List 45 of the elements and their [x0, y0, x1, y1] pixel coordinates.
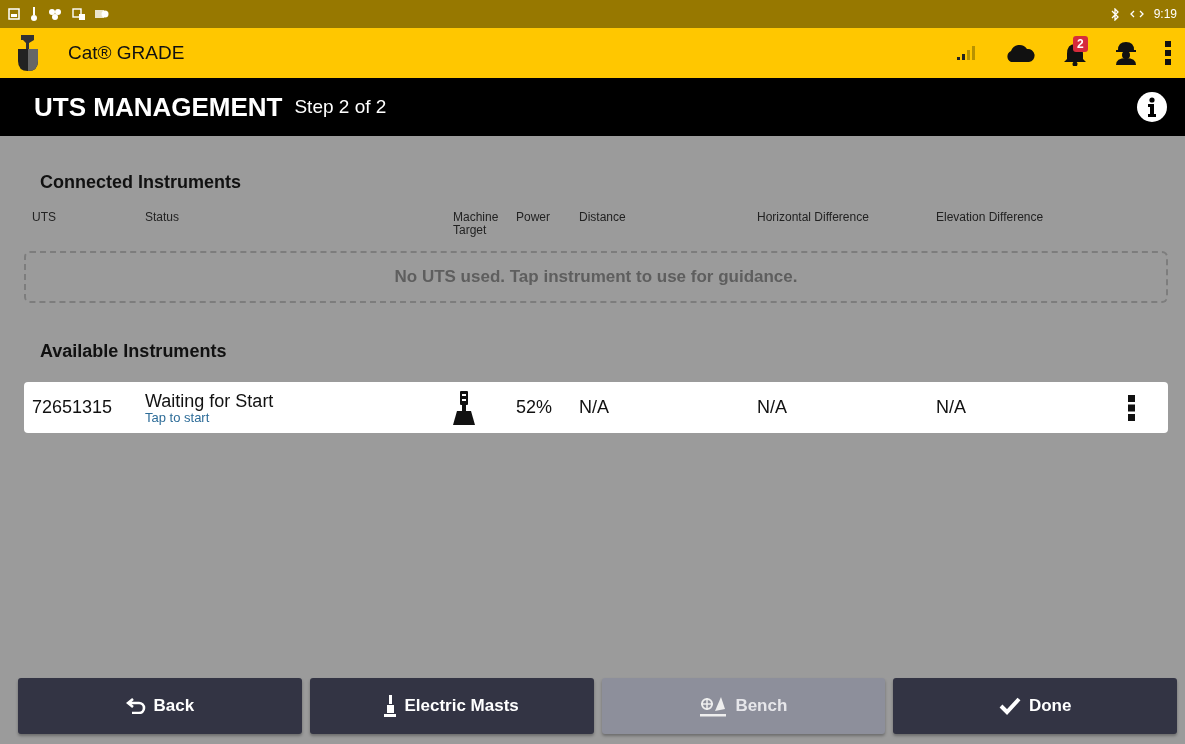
column-header: Elevation Difference [936, 211, 1045, 226]
notification-badge: 2 [1073, 36, 1088, 52]
shovel-logo-icon [18, 35, 38, 71]
distance-value: N/A [579, 397, 610, 418]
gallery-icon [8, 8, 20, 20]
uts-id: 72651315 [32, 397, 114, 418]
data-transfer-icon [1129, 10, 1144, 18]
flower-icon [48, 8, 62, 20]
empty-message: No UTS used. Tap instrument to use for guidance. [394, 267, 798, 287]
worker-helmet-icon[interactable] [1115, 41, 1137, 65]
status-text: Waiting for Start [145, 390, 275, 411]
done-button[interactable]: Done [893, 678, 1177, 734]
column-header: UTS [32, 211, 57, 226]
back-arrow-icon [125, 698, 146, 714]
step-indicator: Step 2 of 2 [294, 96, 388, 118]
column-header: Machine Target [453, 211, 500, 239]
masts-button[interactable]: Electric Masts [309, 678, 594, 734]
machine-target-icon [453, 390, 475, 425]
screenshot-icon [72, 8, 85, 20]
instrument-row[interactable]: 72651315 Waiting for Start Tap to start 52% N/A N/A N/A [24, 382, 1168, 433]
info-icon[interactable] [1137, 92, 1167, 122]
checkmark-icon [998, 697, 1021, 715]
horizontal-difference-value: N/A [757, 397, 788, 418]
page-title: UTS MANAGEMENT [34, 91, 283, 123]
clock-time: 9:19 [1153, 7, 1177, 21]
video-icon [95, 9, 109, 19]
app-title: Cat® GRADE [68, 42, 186, 64]
more-menu-icon[interactable] [1128, 394, 1135, 421]
tool-icon [30, 7, 38, 21]
column-header: Status [145, 211, 181, 226]
section-heading: Connected Instruments [40, 172, 243, 193]
back-button[interactable]: Back [18, 678, 302, 734]
power-value: 52% [516, 397, 554, 418]
cloud-icon[interactable] [1005, 44, 1035, 62]
section-heading: Available Instruments [40, 341, 228, 362]
column-header: Horizontal Difference [757, 211, 870, 226]
tap-to-start-link[interactable]: Tap to start [145, 410, 453, 425]
bluetooth-icon [1110, 7, 1120, 21]
signal-strength-icon [957, 46, 977, 60]
mast-icon [384, 695, 397, 717]
more-menu-icon[interactable] [1165, 41, 1171, 65]
bench-target-icon [699, 695, 728, 717]
elevation-difference-value: N/A [936, 397, 967, 418]
column-header: Distance [579, 211, 627, 226]
column-header: Power [516, 211, 551, 226]
